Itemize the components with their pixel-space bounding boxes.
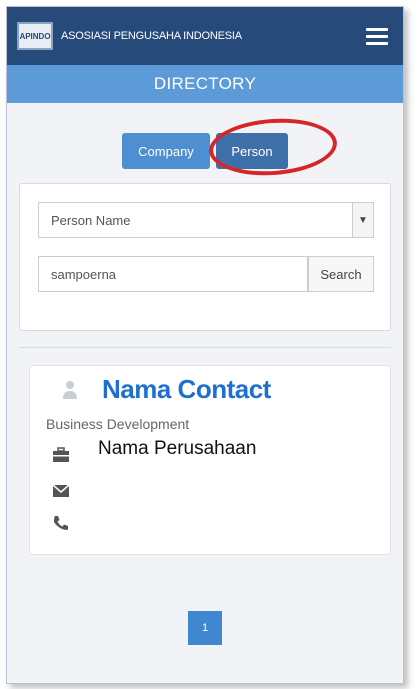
pagination: 1 <box>7 611 403 645</box>
search-input[interactable] <box>38 256 308 292</box>
tab-person[interactable]: Person <box>216 133 288 169</box>
app-frame: APINDO ASOSIASI PENGUSAHA INDONESIA DIRE… <box>6 6 404 684</box>
tab-company[interactable]: Company <box>122 133 210 169</box>
search-button-label: Search <box>320 266 362 282</box>
search-panel: Person Name ▼ Search <box>19 183 391 331</box>
envelope-icon[interactable] <box>52 482 70 500</box>
search-type-value: Person Name <box>51 212 131 228</box>
app-title: ASOSIASI PENGUSAHA INDONESIA <box>61 30 242 42</box>
top-navbar: APINDO ASOSIASI PENGUSAHA INDONESIA <box>7 7 403 65</box>
apindo-logo: APINDO <box>17 22 53 50</box>
contact-role: Business Development <box>46 416 190 432</box>
phone-icon[interactable] <box>52 514 70 532</box>
tab-company-label: Company <box>138 143 194 159</box>
directory-tabs: Company Person <box>7 133 403 169</box>
search-type-select[interactable]: Person Name ▼ <box>38 202 374 238</box>
hamburger-menu-icon[interactable] <box>361 21 393 51</box>
search-button[interactable]: Search <box>308 256 374 292</box>
page-button-1[interactable]: 1 <box>188 611 222 645</box>
chevron-down-icon: ▼ <box>352 203 373 237</box>
tab-person-label: Person <box>231 143 273 159</box>
page-number: 1 <box>201 622 209 634</box>
section-divider <box>19 347 391 348</box>
briefcase-icon <box>53 447 69 462</box>
logo-text: APINDO <box>19 31 51 41</box>
contact-name[interactable]: Nama Contact <box>102 374 271 405</box>
page-title: DIRECTORY <box>153 74 257 93</box>
page-title-bar: DIRECTORY <box>7 65 403 103</box>
company-name: Nama Perusahaan <box>98 438 257 459</box>
person-icon <box>63 381 77 399</box>
result-card[interactable]: Nama Contact Business Development Nama P… <box>29 365 391 555</box>
main-content: Company Person Person Name ▼ Search Nama <box>7 103 403 683</box>
